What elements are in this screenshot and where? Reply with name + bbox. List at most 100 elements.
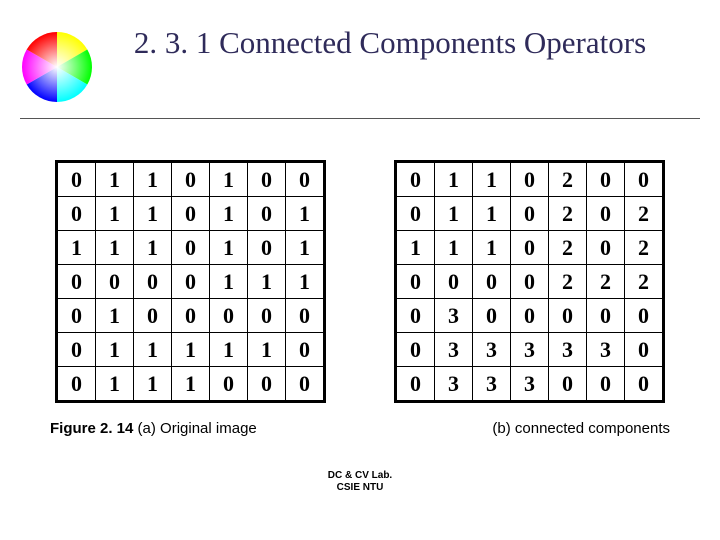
table-cell: 0 [511,299,549,333]
table-cell: 0 [96,265,134,299]
table-cell: 1 [134,333,172,367]
footer-line2: CSIE NTU [0,482,720,494]
table-row: 0100000 [57,299,325,333]
table-cell: 0 [210,367,248,402]
slide: 2. 3. 1 Connected Components Operators 0… [0,0,720,540]
table-cell: 0 [172,231,210,265]
table-cell: 0 [625,299,664,333]
table-cell: 0 [286,162,325,197]
table-cell: 0 [511,231,549,265]
table-row: 0110101 [57,197,325,231]
table-cell: 3 [511,333,549,367]
table-cell: 0 [57,299,96,333]
table-row: 0333000 [396,367,664,402]
table-cell: 1 [473,162,511,197]
table-cell: 1 [57,231,96,265]
table-cell: 1 [435,197,473,231]
caption-b-text: (b) connected components [492,420,670,437]
table-cell: 1 [248,333,286,367]
page-title: 2. 3. 1 Connected Components Operators [120,24,660,63]
table-cell: 1 [210,333,248,367]
table-cell: 0 [587,197,625,231]
caption-left: Figure 2. 14 (a) Original image [50,420,257,437]
table-row: 0110202 [396,197,664,231]
table-cell: 1 [96,197,134,231]
table-cell: 2 [549,231,587,265]
table-cell: 1 [286,231,325,265]
table-cell: 0 [396,197,435,231]
table-cell: 0 [587,162,625,197]
table-cell: 0 [248,162,286,197]
caption-row: Figure 2. 14 (a) Original image (b) conn… [50,420,670,437]
table-cell: 0 [286,299,325,333]
table-cell: 2 [587,265,625,299]
table-cell: 0 [396,265,435,299]
table-cell: 1 [286,197,325,231]
table-row: 1110101 [57,231,325,265]
table-cell: 1 [172,367,210,402]
table-cell: 0 [57,265,96,299]
table-row: 0110200 [396,162,664,197]
table-cell: 0 [587,231,625,265]
table-cell: 1 [210,231,248,265]
table-original-image: 0110100011010111101010000111010000001111… [55,160,326,403]
table-cell: 1 [473,231,511,265]
table-cell: 0 [248,231,286,265]
table-cell: 0 [473,299,511,333]
table-cell: 1 [435,231,473,265]
table-cell: 1 [172,333,210,367]
table-row: 0111000 [57,367,325,402]
table-cell: 1 [96,231,134,265]
table-cell: 1 [473,197,511,231]
table-row: 0300000 [396,299,664,333]
title-underline [20,118,700,119]
table-cell: 0 [625,367,664,402]
table-cell: 0 [587,299,625,333]
table-cell: 1 [96,367,134,402]
table-cell: 3 [473,367,511,402]
table-cell: 0 [134,299,172,333]
table-cell: 1 [286,265,325,299]
table-row: 0000111 [57,265,325,299]
table-cell: 3 [435,367,473,402]
table-cell: 0 [396,162,435,197]
table-cell: 0 [473,265,511,299]
caption-figure-label: Figure 2. 14 [50,420,133,437]
table-cell: 1 [210,265,248,299]
table-cell: 1 [210,162,248,197]
table-cell: 0 [172,197,210,231]
table-cell: 0 [511,162,549,197]
table-cell: 0 [396,333,435,367]
table-cell: 0 [587,367,625,402]
table-cell: 0 [511,265,549,299]
table-cell: 0 [248,299,286,333]
table-cell: 0 [210,299,248,333]
table-cell: 0 [286,333,325,367]
table-cell: 0 [134,265,172,299]
table-cell: 1 [435,162,473,197]
tables-container: 0110100011010111101010000111010000001111… [55,160,665,403]
table-cell: 0 [57,162,96,197]
table-cell: 2 [625,197,664,231]
table-cell: 2 [625,265,664,299]
footer: DC & CV Lab. CSIE NTU [0,470,720,494]
table-cell: 3 [473,333,511,367]
table-cell: 0 [172,162,210,197]
table-cell: 0 [248,197,286,231]
table-cell: 3 [549,333,587,367]
table-cell: 3 [435,333,473,367]
table-row: 0110100 [57,162,325,197]
table-cell: 0 [396,367,435,402]
footer-line1: DC & CV Lab. [0,470,720,482]
table-cell: 0 [625,162,664,197]
table-cell: 0 [625,333,664,367]
table-cell: 1 [210,197,248,231]
table-cell: 0 [57,333,96,367]
table-cell: 0 [57,367,96,402]
caption-a-text: (a) Original image [133,420,256,437]
table-connected-components: 0110200011020211102020000222030000003333… [394,160,665,403]
table-cell: 2 [549,265,587,299]
table-cell: 0 [172,265,210,299]
table-cell: 1 [248,265,286,299]
table-cell: 2 [549,197,587,231]
